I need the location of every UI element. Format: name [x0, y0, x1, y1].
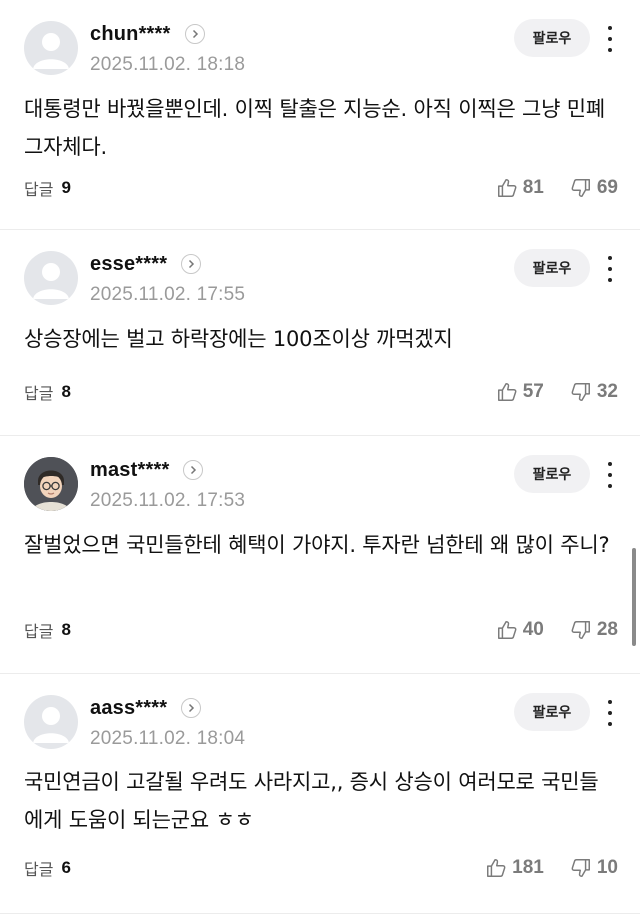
thumbs-up-icon	[485, 857, 507, 879]
username[interactable]: mast****	[90, 459, 169, 482]
more-options-icon[interactable]	[602, 460, 618, 490]
like-button[interactable]: 181	[485, 857, 544, 879]
more-options-icon[interactable]	[602, 24, 618, 54]
dislike-button[interactable]: 10	[570, 857, 618, 879]
dislike-count: 10	[596, 857, 618, 878]
comment-text: 국민연금이 고갈될 우려도 사라지고,, 증시 상승이 여러모로 국민들에게 도…	[24, 770, 599, 832]
comment-text: 대통령만 바꿨을뿐인데. 이찍 탈출은 지능순. 아직 이찍은 그냥 민폐 그자…	[24, 97, 605, 159]
thumbs-down-icon	[570, 177, 592, 199]
scrollbar[interactable]	[632, 548, 636, 646]
dislike-button[interactable]: 69	[570, 177, 618, 199]
comment-item: esse**** 2025.11.02. 17:55 팔로우 상승장에는 벌고 …	[0, 230, 640, 436]
comment-header: chun**** 2025.11.02. 18:18	[90, 20, 245, 76]
like-count: 40	[522, 619, 544, 640]
dislike-count: 69	[596, 177, 618, 198]
comment-footer: 답글 6 181 10	[24, 855, 618, 881]
follow-button[interactable]: 팔로우	[514, 455, 590, 493]
comment-footer: 답글 9 81 69	[24, 175, 618, 201]
timestamp: 2025.11.02. 18:04	[90, 728, 246, 749]
comment-item: mast**** 2025.11.02. 17:53 팔로우 잘벌었으면 국민들…	[0, 436, 640, 674]
default-avatar-icon[interactable]	[24, 695, 78, 749]
thumbs-up-icon	[496, 177, 518, 199]
reply-count: 8	[61, 382, 71, 401]
comment-text: 잘벌었으면 국민들한테 혜택이 가야지. 투자란 넘한테 왜 많이 주니?	[24, 533, 610, 557]
reply-button[interactable]: 답글 8	[24, 380, 71, 404]
reply-label: 답글	[24, 622, 54, 641]
comment-footer: 답글 8 57 32	[24, 379, 618, 405]
follow-button[interactable]: 팔로우	[514, 19, 590, 57]
username[interactable]: chun****	[90, 23, 171, 46]
follow-button[interactable]: 팔로우	[514, 693, 590, 731]
thumbs-down-icon	[570, 619, 592, 641]
username[interactable]: esse****	[90, 253, 167, 276]
like-count: 181	[512, 857, 544, 878]
timestamp: 2025.11.02. 18:18	[90, 54, 246, 75]
reply-button[interactable]: 답글 9	[24, 176, 71, 200]
reply-label: 답글	[24, 384, 54, 403]
like-count: 57	[522, 381, 544, 402]
dislike-count: 28	[596, 619, 618, 640]
reply-count: 9	[61, 178, 71, 197]
comment-item: chun**** 2025.11.02. 18:18 팔로우 대통령만 바꿨을뿐…	[0, 0, 640, 230]
dislike-button[interactable]: 32	[570, 381, 618, 403]
reply-button[interactable]: 답글 8	[24, 618, 71, 642]
thumbs-down-icon	[570, 857, 592, 879]
chevron-right-icon[interactable]	[181, 698, 202, 718]
more-options-icon[interactable]	[602, 254, 618, 284]
comment-footer: 답글 8 40 28	[24, 617, 618, 643]
character-avatar-icon[interactable]	[24, 457, 78, 511]
chevron-right-icon[interactable]	[181, 254, 202, 274]
default-avatar-icon[interactable]	[24, 251, 78, 305]
comment-text: 상승장에는 벌고 하락장에는 100조이상 까먹겠지	[24, 327, 453, 351]
chevron-right-icon[interactable]	[183, 460, 204, 480]
thumbs-up-icon	[496, 381, 518, 403]
reply-button[interactable]: 답글 6	[24, 856, 71, 880]
like-button[interactable]: 57	[496, 381, 544, 403]
comment-item: aass**** 2025.11.02. 18:04 팔로우 국민연금이 고갈될…	[0, 674, 640, 914]
reply-label: 답글	[24, 860, 54, 879]
thumbs-up-icon	[496, 619, 518, 641]
comment-header: mast**** 2025.11.02. 17:53	[90, 456, 245, 512]
like-button[interactable]: 81	[496, 177, 544, 199]
username[interactable]: aass****	[90, 697, 167, 720]
timestamp: 2025.11.02. 17:55	[90, 284, 246, 305]
reply-count: 6	[61, 858, 71, 877]
comment-header: aass**** 2025.11.02. 18:04	[90, 694, 245, 750]
default-avatar-icon[interactable]	[24, 21, 78, 75]
timestamp: 2025.11.02. 17:53	[90, 490, 246, 511]
like-button[interactable]: 40	[496, 619, 544, 641]
follow-button[interactable]: 팔로우	[514, 249, 590, 287]
thumbs-down-icon	[570, 381, 592, 403]
chevron-right-icon[interactable]	[184, 24, 205, 44]
reply-label: 답글	[24, 180, 54, 199]
comment-header: esse**** 2025.11.02. 17:55	[90, 250, 245, 306]
more-options-icon[interactable]	[602, 698, 618, 728]
reply-count: 8	[61, 620, 71, 639]
dislike-button[interactable]: 28	[570, 619, 618, 641]
like-count: 81	[522, 177, 544, 198]
dislike-count: 32	[596, 381, 618, 402]
comment-list: chun**** 2025.11.02. 18:18 팔로우 대통령만 바꿨을뿐…	[0, 0, 640, 917]
